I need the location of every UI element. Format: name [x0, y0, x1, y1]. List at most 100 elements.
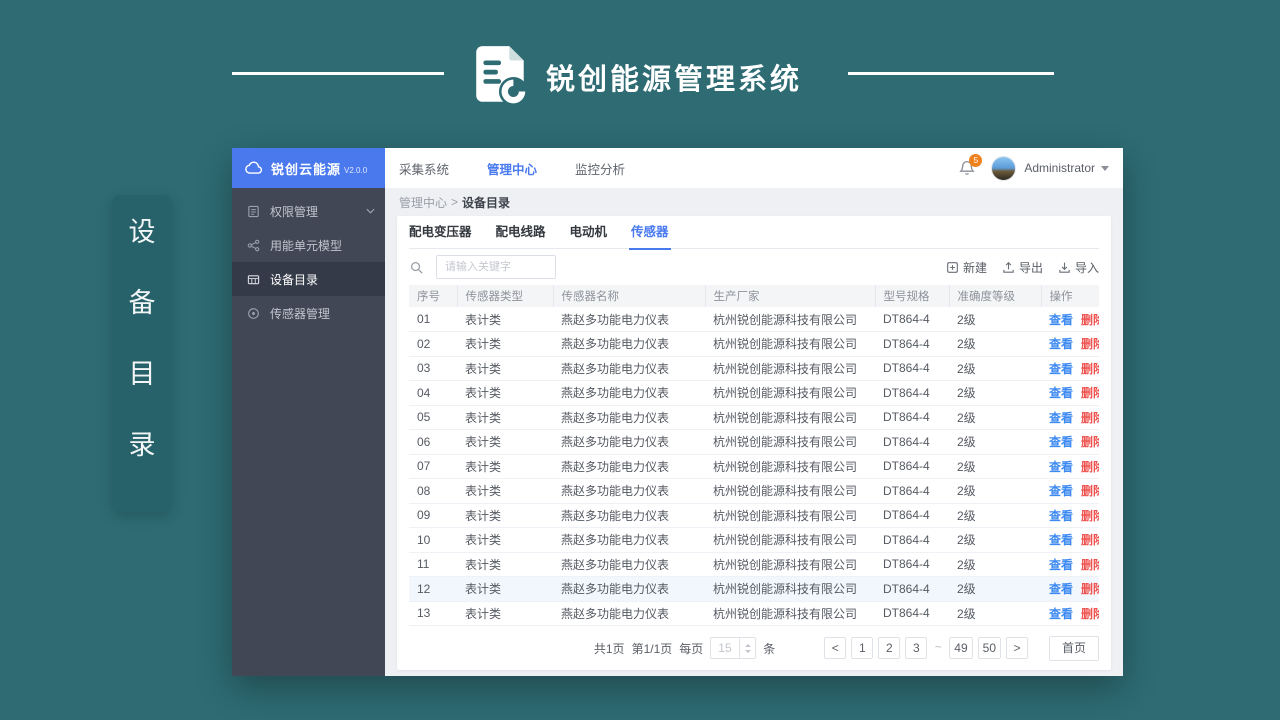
cell-model: DT864-4: [875, 454, 949, 479]
delete-link[interactable]: 删除: [1081, 582, 1099, 596]
delete-link[interactable]: 删除: [1081, 362, 1099, 376]
chevron-down-icon: [366, 208, 375, 214]
page-button-2[interactable]: 2: [878, 637, 901, 659]
import-button[interactable]: 导入: [1058, 259, 1099, 276]
tab-power-line[interactable]: 配电线路: [496, 216, 546, 249]
cell-name: 燕赵多功能电力仪表: [553, 454, 705, 479]
cell-name: 燕赵多功能电力仪表: [553, 380, 705, 406]
export-icon: [1002, 261, 1015, 274]
view-link[interactable]: 查看: [1049, 411, 1073, 425]
page-button-50[interactable]: 50: [977, 637, 1001, 659]
nav-item-management-center[interactable]: 管理中心: [487, 159, 537, 178]
cell-no: 07: [409, 454, 457, 479]
sidebar-item-device-catalog[interactable]: 设备目录: [232, 262, 385, 296]
view-link[interactable]: 查看: [1049, 313, 1073, 327]
cell-model: DT864-4: [875, 331, 949, 357]
cell-actions: 查看删除: [1041, 454, 1099, 479]
table-row: 01表计类燕赵多功能电力仪表杭州锐创能源科技有限公司DT864-42级查看删除: [409, 307, 1099, 332]
cell-accuracy: 2级: [949, 356, 1041, 381]
spinner-icon[interactable]: [739, 637, 755, 659]
delete-link[interactable]: 删除: [1081, 313, 1099, 327]
toolbar: 新建 导出 导入: [409, 249, 1099, 285]
cell-name: 燕赵多功能电力仪表: [553, 405, 705, 430]
tab-bar: 配电变压器 配电线路 电动机 传感器: [409, 216, 1099, 250]
delete-link[interactable]: 删除: [1081, 337, 1099, 351]
cell-accuracy: 2级: [949, 552, 1041, 577]
table-row: 09表计类燕赵多功能电力仪表杭州锐创能源科技有限公司DT864-42级查看删除: [409, 503, 1099, 528]
page-button-3[interactable]: 3: [905, 637, 928, 659]
table-row: 11表计类燕赵多功能电力仪表杭州锐创能源科技有限公司DT864-42级查看删除: [409, 552, 1099, 577]
search-input[interactable]: [436, 255, 556, 279]
cloud-icon: [245, 161, 264, 175]
view-link[interactable]: 查看: [1049, 582, 1073, 596]
view-link[interactable]: 查看: [1049, 533, 1073, 547]
cell-name: 燕赵多功能电力仪表: [553, 552, 705, 577]
view-link[interactable]: 查看: [1049, 435, 1073, 449]
app-sidebar: 锐创云能源 V2.0.0 权限管理 用能单元模型 设备目录 传感器管理: [232, 148, 385, 676]
view-link[interactable]: 查看: [1049, 509, 1073, 523]
cell-type: 表计类: [457, 478, 553, 504]
delete-link[interactable]: 删除: [1081, 411, 1099, 425]
delete-link[interactable]: 删除: [1081, 509, 1099, 523]
next-page-button[interactable]: >: [1006, 637, 1028, 659]
delete-link[interactable]: 删除: [1081, 607, 1099, 621]
target-icon: [247, 306, 261, 320]
page-button-49[interactable]: 49: [949, 637, 973, 659]
side-label-char-2: 目: [128, 359, 156, 389]
view-link[interactable]: 查看: [1049, 607, 1073, 621]
first-page-button[interactable]: 首页: [1049, 635, 1099, 661]
create-button[interactable]: 新建: [946, 259, 987, 276]
pagination: 共1页 第1/1页 每页 15 条 <1 2 3 ~49 50 > 首页: [409, 626, 1099, 670]
cell-no: 05: [409, 405, 457, 430]
view-link[interactable]: 查看: [1049, 386, 1073, 400]
view-link[interactable]: 查看: [1049, 558, 1073, 572]
table-row: 07表计类燕赵多功能电力仪表杭州锐创能源科技有限公司DT864-42级查看删除: [409, 454, 1099, 479]
delete-link[interactable]: 删除: [1081, 533, 1099, 547]
chevron-down-icon[interactable]: [1101, 165, 1109, 171]
avatar[interactable]: [991, 155, 1017, 181]
view-link[interactable]: 查看: [1049, 362, 1073, 376]
cell-actions: 查看删除: [1041, 576, 1099, 602]
sidebar-item-permission-management[interactable]: 权限管理: [232, 194, 385, 228]
export-button[interactable]: 导出: [1002, 259, 1043, 276]
view-link[interactable]: 查看: [1049, 460, 1073, 474]
view-link[interactable]: 查看: [1049, 337, 1073, 351]
tab-motor[interactable]: 电动机: [570, 216, 608, 249]
table-body: 01表计类燕赵多功能电力仪表杭州锐创能源科技有限公司DT864-42级查看删除0…: [409, 307, 1099, 626]
nav-item-collection-system[interactable]: 采集系统: [399, 159, 449, 178]
sidebar-item-sensor-management[interactable]: 传感器管理: [232, 296, 385, 330]
sidebar-item-energy-unit-model[interactable]: 用能单元模型: [232, 228, 385, 262]
delete-link[interactable]: 删除: [1081, 386, 1099, 400]
product-name: 锐创云能源: [271, 161, 342, 177]
cell-manufacturer: 杭州锐创能源科技有限公司: [705, 478, 875, 504]
cell-actions: 查看删除: [1041, 356, 1099, 381]
delete-link[interactable]: 删除: [1081, 460, 1099, 474]
pager-total-pages: 共1页: [593, 641, 625, 656]
delete-link[interactable]: 删除: [1081, 484, 1099, 498]
tab-transformer[interactable]: 配电变压器: [409, 216, 472, 249]
cell-type: 表计类: [457, 356, 553, 381]
page-button-1[interactable]: 1: [851, 637, 874, 659]
user-name[interactable]: Administrator: [1024, 161, 1095, 175]
cell-no: 04: [409, 380, 457, 406]
delete-link[interactable]: 删除: [1081, 435, 1099, 449]
nav-item-monitor-analysis[interactable]: 监控分析: [575, 159, 625, 178]
page-ellipsis: ~: [934, 640, 942, 654]
tab-sensor[interactable]: 传感器: [629, 216, 671, 250]
cell-name: 燕赵多功能电力仪表: [553, 478, 705, 504]
cell-no: 11: [409, 552, 457, 577]
cell-model: DT864-4: [875, 405, 949, 430]
per-page-input[interactable]: 15: [710, 637, 757, 659]
breadcrumb-parent[interactable]: 管理中心: [399, 194, 447, 211]
cell-actions: 查看删除: [1041, 380, 1099, 406]
cell-name: 燕赵多功能电力仪表: [553, 601, 705, 626]
cell-actions: 查看删除: [1041, 601, 1099, 626]
cell-no: 12: [409, 576, 457, 602]
delete-link[interactable]: 删除: [1081, 558, 1099, 572]
notification-bell-icon[interactable]: 5: [959, 154, 983, 176]
prev-page-button[interactable]: <: [824, 637, 847, 659]
cell-no: 01: [409, 307, 457, 332]
cell-actions: 查看删除: [1041, 503, 1099, 528]
view-link[interactable]: 查看: [1049, 484, 1073, 498]
cell-manufacturer: 杭州锐创能源科技有限公司: [705, 601, 875, 626]
